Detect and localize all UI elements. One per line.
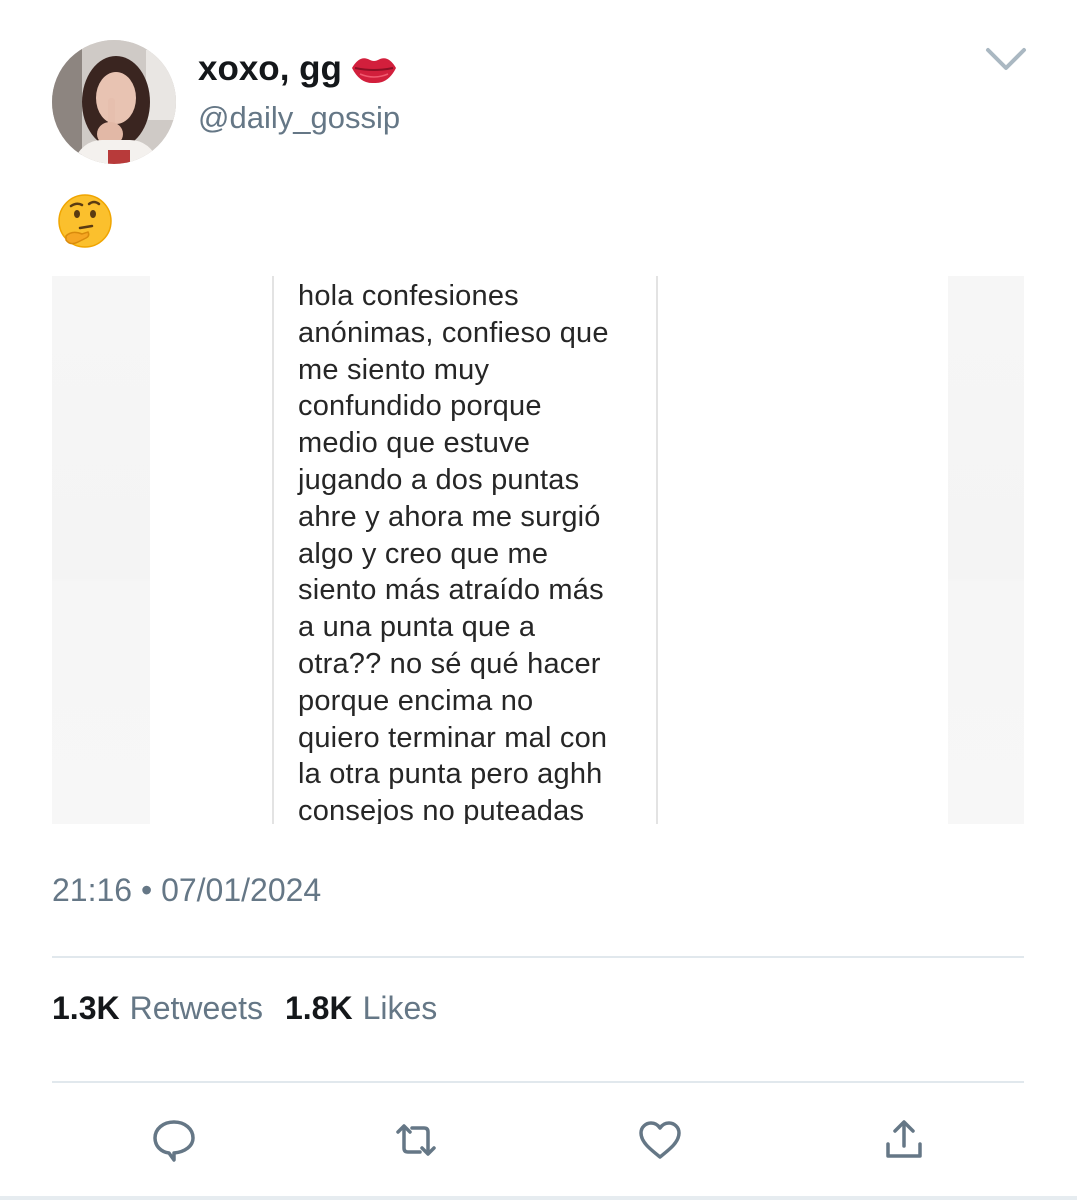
confession-text: hola confesiones anónimas, confieso que … bbox=[298, 280, 609, 824]
media-side-panel-right bbox=[948, 276, 1024, 824]
share-icon[interactable] bbox=[880, 1116, 928, 1164]
sender-avatar-icon bbox=[200, 816, 256, 824]
display-name-text: xoxo, gg bbox=[198, 49, 342, 88]
likes-count[interactable]: 1.8K bbox=[285, 990, 353, 1027]
media-side-panel-left bbox=[52, 276, 150, 824]
divider bbox=[52, 1081, 1024, 1083]
reply-icon[interactable] bbox=[150, 1116, 198, 1164]
retweet-icon[interactable] bbox=[392, 1116, 440, 1164]
user-handle[interactable]: @daily_gossip bbox=[198, 100, 400, 136]
likes-label[interactable]: Likes bbox=[363, 990, 438, 1027]
divider bbox=[52, 956, 1024, 958]
retweets-label[interactable]: Retweets bbox=[130, 990, 263, 1027]
kiss-mark-icon bbox=[351, 58, 396, 84]
retweets-count[interactable]: 1.3K bbox=[52, 990, 120, 1027]
display-name[interactable]: xoxo, gg bbox=[198, 48, 398, 90]
tweet-timestamp[interactable]: 21:16 • 07/01/2024 bbox=[52, 872, 321, 909]
chevron-down-icon[interactable] bbox=[984, 44, 1028, 74]
avatar[interactable] bbox=[52, 40, 176, 164]
tweet-media-image[interactable]: hola confesiones anónimas, confieso que … bbox=[52, 276, 1024, 824]
tweet-stats: 1.3K Retweets 1.8K Likes bbox=[52, 990, 449, 1027]
thinking-face-icon bbox=[58, 194, 112, 248]
bottom-border bbox=[0, 1196, 1077, 1200]
heart-icon[interactable] bbox=[636, 1116, 684, 1164]
avatar-photo bbox=[52, 40, 176, 164]
